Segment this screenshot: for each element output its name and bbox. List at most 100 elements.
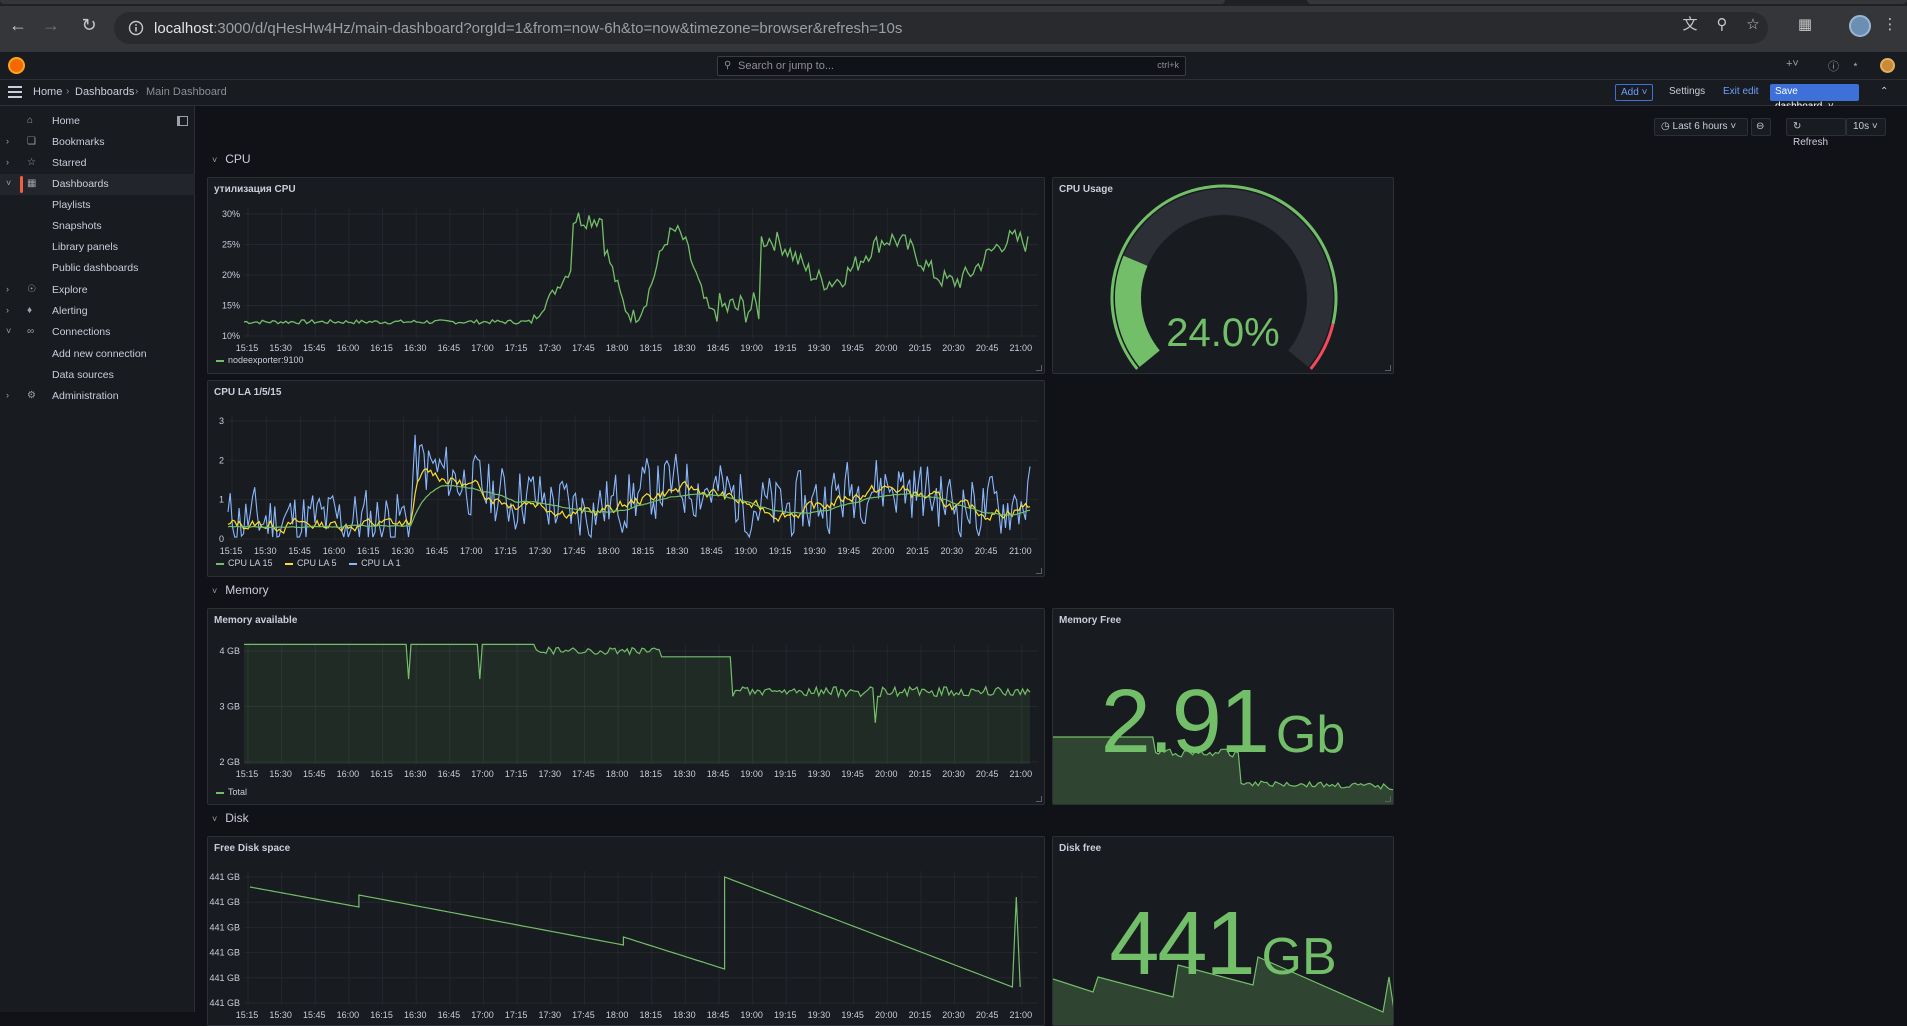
profile-avatar[interactable] [1849,15,1871,37]
panel-memory-available[interactable]: Memory available 15:15 15:30 15:45 16:00 16:… [207,608,1045,805]
resize-handle[interactable] [1036,568,1042,574]
expand-caret-icon[interactable]: › [6,390,9,400]
refresh-icon: ↻ [1793,121,1802,132]
star-icon: ☆ [27,157,36,168]
sidebar-item-starred[interactable]: › ☆ Starred [0,153,195,174]
sidebar-item-add-new-connection[interactable]: Add new connection [0,344,195,365]
sidebar-item-dashboards[interactable]: ˅ ▦ Dashboards [0,174,195,195]
sidebar-item-public-dashboards[interactable]: Public dashboards [0,258,195,279]
la1-series [227,434,1031,539]
zoom-out-icon: ⊖ [1756,121,1765,132]
sidebar-item-connections[interactable]: ˅ ∞ Connections [0,322,195,343]
settings-button[interactable]: Settings [1664,84,1710,101]
resize-handle[interactable] [1036,365,1042,371]
x-tick-label: 19:30 [808,769,831,779]
save-dashboard-button[interactable]: Save dashboard ˅ [1770,84,1859,112]
panel-disk-free[interactable]: Disk free 441 GB [1052,836,1394,1026]
x-tick-label: 19:00 [735,546,758,556]
expand-caret-icon[interactable]: › [6,305,9,315]
panel-free-disk-space[interactable]: Free Disk space 15:15 15:30 15:45 16:00 16:1… [207,836,1045,1026]
refresh-interval-select[interactable]: 10s ˅ [1846,118,1886,136]
sidebar-item-data-sources[interactable]: Data sources [0,365,195,386]
grafana-logo-icon[interactable] [8,57,25,74]
x-tick-label: 18:45 [707,343,730,353]
expand-caret-icon[interactable]: › [6,157,9,167]
translate-icon[interactable]: 文 [1680,15,1700,35]
user-avatar[interactable] [1880,58,1895,73]
exit-edit-button[interactable]: Exit edit [1718,84,1764,101]
legend-item-la1[interactable]: CPU LA 1 [349,558,401,568]
x-tick-label: 21:00 [1009,546,1032,556]
x-tick-label: 18:15 [639,343,662,353]
x-tick-label: 18:15 [632,546,655,556]
sidebar-item-bookmarks[interactable]: › ❏ Bookmarks [0,132,195,153]
help-icon[interactable]: ⓘ [1828,58,1839,74]
legend[interactable]: CPU LA 15 CPU LA 5 CPU LA 1 [216,558,411,568]
row-cpu[interactable]: ˅ CPU [212,152,251,166]
sidebar-item-playlists[interactable]: Playlists [0,195,195,216]
search-placeholder: Search or jump to... [738,60,834,72]
gear-icon: ⚙ [27,390,36,401]
zoom-icon[interactable]: ⚲ [1712,15,1732,35]
time-range-picker[interactable]: ◷ Last 6 hours ˅ [1654,118,1748,136]
x-tick-label: 19:30 [808,343,831,353]
refresh-button[interactable]: ↻ Refresh [1786,118,1846,148]
x-tick-label: 15:45 [288,546,311,556]
legend[interactable]: nodeexporter:9100 [216,355,304,365]
add-button[interactable]: Add ˅ [1615,84,1654,101]
sidebar-item-library-panels[interactable]: Library panels [0,237,195,258]
sidebar-item-alerting[interactable]: › ♦ Alerting [0,301,195,322]
sidebar-item-explore[interactable]: › ☉ Explore [0,280,195,301]
reload-icon[interactable]: ↻ [78,14,100,36]
resize-handle[interactable] [1385,365,1391,371]
legend[interactable]: Total [216,787,247,797]
collapse-chevron-icon[interactable]: ⌃ [1880,86,1888,97]
x-tick-label: 16:45 [438,343,461,353]
grafana-topbar: ⚲ Search or jump to... ctrl+k +˅ ⓘ ⋆ [0,52,1907,80]
expand-caret-icon[interactable]: › [6,136,9,146]
row-disk[interactable]: ˅ Disk [212,811,249,825]
x-tick-label: 17:45 [563,546,586,556]
sidebar-item-administration[interactable]: › ⚙ Administration [0,386,195,407]
sidebar-item-snapshots[interactable]: Snapshots [0,216,195,237]
panel-cpu-usage-gauge[interactable]: CPU Usage 24.0% [1052,177,1394,374]
search-input[interactable]: ⚲ Search or jump to... ctrl+k [717,56,1186,76]
browser-tab[interactable] [1307,0,1907,4]
url-text: localhost:3000/d/qHesHw4Hz/main-dashboar… [154,20,903,37]
bell-icon: ♦ [27,305,33,316]
menu-icon[interactable]: ⋮ [1880,15,1900,35]
breadcrumb-home[interactable]: Home [33,86,62,98]
collapse-caret-icon[interactable]: ˅ [6,178,11,188]
back-icon[interactable]: ← [7,14,29,36]
browser-tab[interactable] [0,0,1225,4]
extensions-icon[interactable]: ▦ [1795,15,1815,35]
x-tick-label: 16:30 [391,546,414,556]
x-tick-label: 17:00 [471,343,494,353]
y-tick-label: 30% [222,209,240,219]
panel-memory-free[interactable]: Memory Free 2.91 Gb [1052,608,1394,805]
forward-icon[interactable]: → [40,14,62,36]
home-icon: ⌂ [27,115,34,126]
resize-handle[interactable] [1036,796,1042,802]
legend-item-la5[interactable]: CPU LA 5 [285,558,337,568]
site-info-icon[interactable] [128,20,144,36]
address-bar[interactable]: localhost:3000/d/qHesHw4Hz/main-dashboar… [114,12,1768,44]
y-tick-label: 2 [219,455,224,465]
x-tick-label: 18:45 [700,546,723,556]
breadcrumb-dashboards[interactable]: Dashboards [75,86,134,98]
bookmark-star-icon[interactable]: ☆ [1743,15,1763,35]
expand-caret-icon[interactable]: › [6,284,9,294]
y-tick-label: 3 [219,416,224,426]
legend-item-la15[interactable]: CPU LA 15 [216,558,273,568]
row-memory[interactable]: ˅ Memory [212,583,269,597]
zoom-out-button[interactable]: ⊖ [1751,118,1771,136]
resize-handle[interactable] [1385,796,1391,802]
panel-cpu-utilization[interactable]: утилизация CPU 15:15 15:30 15:45 16:00 16:15… [207,177,1045,374]
news-icon[interactable]: ⋆ [1852,58,1859,71]
y-tick-label: 20% [222,270,240,280]
sidebar-item-home[interactable]: ⌂ Home [0,111,195,132]
menu-toggle-icon[interactable] [8,86,22,98]
collapse-caret-icon[interactable]: ˅ [6,326,11,336]
panel-cpu-load-average[interactable]: CPU LA 1/5/15 15:15 15:30 15:45 16:00 16:15 1… [207,380,1045,577]
new-plus-icon[interactable]: +˅ [1786,58,1799,70]
